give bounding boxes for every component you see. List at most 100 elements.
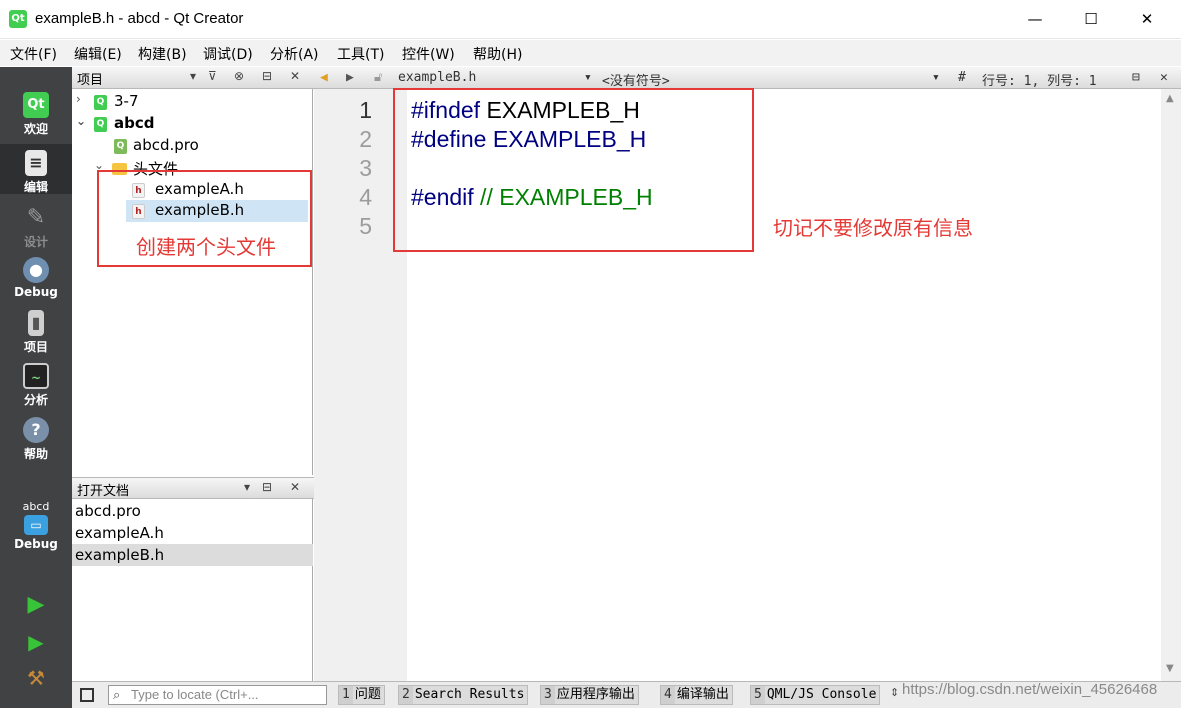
menu-file[interactable]: 文件(F): [10, 44, 57, 64]
tree-item-3-7[interactable]: › Q 3-7: [72, 91, 313, 113]
build-button[interactable]: ⚒: [0, 665, 72, 693]
lock-icon: 🔓︎: [374, 70, 383, 85]
mode-analyze[interactable]: ~ 分析: [0, 363, 72, 408]
qt-project-icon: Q: [94, 95, 107, 110]
debug-bug-icon: ●: [23, 257, 49, 283]
open-doc-abcd-pro[interactable]: abcd.pro: [72, 500, 313, 522]
watermark: https://blog.csdn.net/weixin_45626468: [902, 681, 1158, 698]
menu-help[interactable]: 帮助(H): [473, 44, 522, 64]
line-number: 5: [359, 213, 372, 239]
mode-selector-bar: Qt 欢迎 ≡ 编辑 ✎ 设计 ● Debug ▮ 项目 ~ 分析 ? 帮助 a…: [0, 67, 72, 708]
analyze-monitor-icon: ~: [23, 363, 49, 389]
mode-edit[interactable]: ≡ 编辑: [0, 144, 72, 194]
tab-label: 问题: [354, 687, 381, 702]
maximize-button[interactable]: ☐: [1068, 0, 1114, 39]
forward-arrow-icon[interactable]: ▶: [346, 70, 354, 85]
chevron-down-icon[interactable]: ⌄: [76, 114, 86, 128]
chevron-down-icon[interactable]: ▾: [190, 69, 196, 83]
hammer-icon: ⚒: [27, 666, 45, 690]
menu-build[interactable]: 构建(B): [138, 44, 187, 64]
tab-application-output[interactable]: 3 应用程序输出: [540, 685, 639, 705]
tab-number: 1: [339, 686, 353, 704]
chevron-down-icon[interactable]: ▾: [584, 70, 592, 85]
qt-creator-app-icon: Qt: [9, 10, 27, 28]
split-icon[interactable]: ⊟: [262, 69, 272, 83]
tab-label: 编译输出: [676, 687, 729, 702]
mode-welcome[interactable]: Qt 欢迎: [0, 92, 72, 137]
split-icon[interactable]: ⊟: [262, 480, 272, 494]
open-documents-list: abcd.pro exampleA.h exampleB.h: [72, 499, 313, 681]
computer-kit-icon: ▭: [24, 515, 48, 535]
line-number: 4: [359, 184, 372, 210]
tab-label: 应用程序输出: [556, 687, 635, 702]
project-tree: › Q 3-7 ⌄ Q abcd Q abcd.pro ⌄ 头文件 h exam…: [72, 89, 313, 475]
kit-selector[interactable]: ▭ Debug: [0, 515, 72, 551]
projects-pane-header: 项目 ▾ ⊽ ⊗ ⊟ ✕: [72, 67, 314, 89]
menu-controls[interactable]: 控件(W): [402, 44, 455, 64]
tree-item-label: abcd: [114, 114, 155, 132]
line-number: 1: [359, 97, 372, 123]
menu-analyze[interactable]: 分析(A): [270, 44, 319, 64]
file-selector[interactable]: exampleB.h: [398, 70, 476, 85]
run-icon: ▶: [27, 592, 45, 617]
chevron-down-icon[interactable]: ▾: [932, 70, 940, 85]
open-doc-exampleB-h[interactable]: exampleB.h: [72, 544, 313, 566]
toggle-sidebar-icon[interactable]: [80, 688, 94, 702]
menu-tools[interactable]: 工具(T): [337, 44, 384, 64]
menu-bar: 文件(F) 编辑(E) 构建(B) 调试(D) 分析(A) 工具(T) 控件(W…: [0, 40, 1181, 66]
tab-search-results[interactable]: 2 Search Results: [398, 685, 529, 705]
tab-label: QML/JS Console: [766, 687, 877, 702]
split-icon[interactable]: ⊟: [1132, 70, 1140, 85]
close-button[interactable]: ✕: [1124, 0, 1170, 39]
tab-qml-console[interactable]: 5 QML/JS Console: [750, 685, 881, 705]
close-editor-icon[interactable]: ✕: [1160, 70, 1168, 85]
qt-project-icon: Q: [94, 117, 107, 132]
pro-file-icon: Q: [114, 139, 127, 154]
tab-number: 4: [661, 686, 675, 704]
link-editor-icon[interactable]: ⊗: [234, 69, 244, 83]
tree-item-abcd-pro[interactable]: Q abcd.pro: [72, 135, 313, 157]
scroll-up-icon[interactable]: ▲: [1166, 93, 1174, 104]
mode-projects[interactable]: ▮ 项目: [0, 310, 72, 355]
chevron-down-icon[interactable]: ▾: [244, 480, 250, 494]
line-number: 2: [359, 126, 372, 152]
hash-icon: #: [958, 70, 966, 85]
mode-help[interactable]: ? 帮助: [0, 417, 72, 462]
menu-debug[interactable]: 调试(D): [203, 44, 253, 64]
close-pane-icon[interactable]: ✕: [290, 69, 300, 83]
design-tools-icon: ✎: [26, 205, 46, 230]
tab-number: 5: [751, 686, 765, 704]
tab-number: 2: [399, 686, 413, 704]
scroll-down-icon[interactable]: ▼: [1166, 663, 1174, 674]
open-documents-header: 打开文档 ▾ ⊟ ✕: [72, 477, 314, 499]
mode-debug[interactable]: ● Debug: [0, 257, 72, 299]
vertical-scrollbar[interactable]: ▲ ▼: [1161, 89, 1181, 681]
tree-item-abcd[interactable]: ⌄ Q abcd: [72, 113, 313, 135]
run-button[interactable]: ▶: [0, 592, 72, 620]
tree-item-label: abcd.pro: [133, 136, 199, 154]
locator-input[interactable]: ⌕ Type to locate (Ctrl+...: [108, 685, 327, 705]
tab-compile-output[interactable]: 4 编译输出: [660, 685, 733, 705]
minimize-button[interactable]: —: [1012, 0, 1058, 39]
close-pane-icon[interactable]: ✕: [290, 480, 300, 494]
filter-icon[interactable]: ⊽: [208, 69, 217, 83]
editor-toolbar: ◀ ▶ 🔓︎ exampleB.h ▾ <没有符号> ▾ # 行号: 1, 列号…: [314, 67, 1181, 89]
open-doc-exampleA-h[interactable]: exampleA.h: [72, 522, 313, 544]
mode-label: 帮助: [23, 447, 48, 461]
debug-run-button[interactable]: ▶: [0, 629, 72, 657]
window-title: exampleB.h - abcd - Qt Creator: [35, 10, 244, 27]
kit-config-label: Debug: [14, 537, 58, 551]
open-documents-title[interactable]: 打开文档: [77, 480, 129, 499]
symbol-selector[interactable]: <没有符号>: [602, 70, 670, 89]
line-number: 3: [359, 155, 372, 181]
tab-issues[interactable]: 1 问题: [338, 685, 385, 705]
chevron-right-icon[interactable]: ›: [76, 92, 81, 106]
projects-pane-title[interactable]: 项目: [77, 69, 103, 88]
help-question-icon: ?: [23, 417, 49, 443]
menu-edit[interactable]: 编辑(E): [74, 44, 122, 64]
more-tabs-icon[interactable]: ⇕: [890, 686, 899, 699]
mode-label: 分析: [23, 393, 48, 407]
cursor-position[interactable]: 行号: 1, 列号: 1: [982, 70, 1097, 89]
back-arrow-icon[interactable]: ◀: [320, 70, 328, 85]
mode-design[interactable]: ✎ 设计: [0, 205, 72, 250]
